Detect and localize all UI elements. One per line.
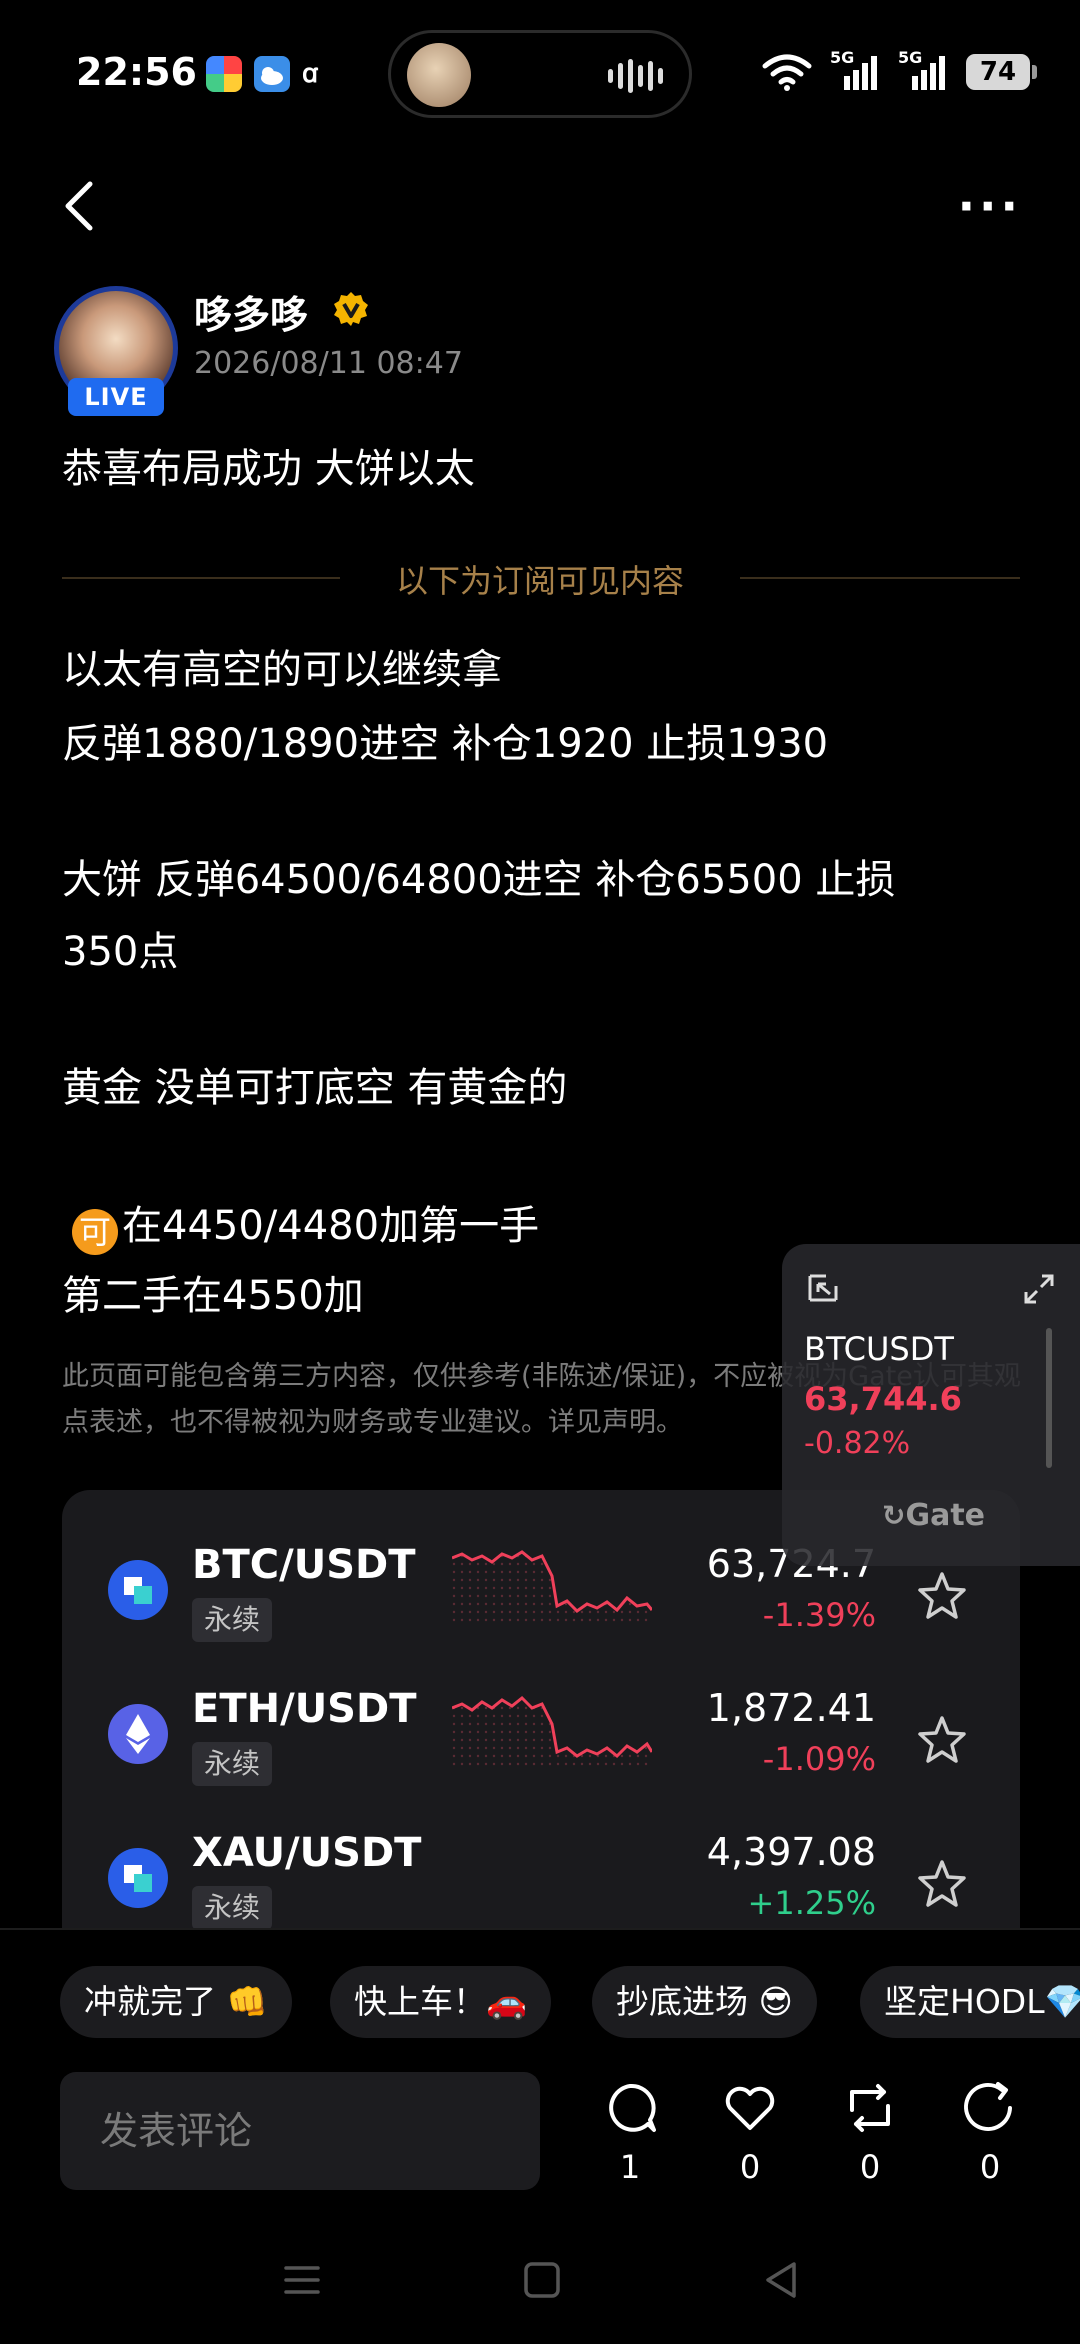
more-options-icon[interactable]: ··· <box>958 183 1022 229</box>
repost-count: 0 <box>859 2148 881 2186</box>
comment-action[interactable]: 1 <box>590 2080 670 2186</box>
widget-scrollbar[interactable] <box>1046 1328 1052 1468</box>
xau-coin-icon <box>108 1848 168 1908</box>
post-line: 大饼 反弹64500/64800进空 补仓65500 止损 <box>62 857 896 903</box>
price: 4,397.08 <box>706 1830 876 1874</box>
favorite-star-icon[interactable] <box>916 1858 968 1910</box>
weather-app-icon <box>254 56 290 92</box>
quick-reply-chip[interactable]: 冲就完了 👊 <box>60 1966 292 2038</box>
heart-icon <box>725 2086 775 2130</box>
comment-input[interactable]: 发表评论 <box>60 2072 540 2190</box>
price-change: +1.25% <box>747 1884 876 1922</box>
price-change: -1.39% <box>762 1596 876 1634</box>
quick-reply-chip[interactable]: 快上车！🚗 <box>330 1966 552 2038</box>
back-icon[interactable] <box>58 178 102 234</box>
expand-icon[interactable] <box>1022 1272 1056 1306</box>
live-badge: LIVE <box>68 378 164 416</box>
cellular-signal-1-icon: 5G <box>830 48 880 92</box>
post-line: 以太有高空的可以继续拿 <box>62 647 502 693</box>
subscriber-divider: 以下为订阅可见内容 <box>395 562 684 600</box>
verified-badge-icon <box>334 292 368 326</box>
market-row[interactable]: ETH/USDT 永续 1,872.41 -1.09% <box>62 1670 1020 1814</box>
ke-emoji-icon: 可 <box>72 1209 118 1255</box>
post-date: 2026/08/11 08:47 <box>194 346 463 381</box>
post-line: 在4450/4480加第一手 <box>122 1203 540 1249</box>
share-count: 0 <box>979 2148 1001 2186</box>
perpetual-tag: 永续 <box>192 1742 273 1786</box>
home-icon[interactable] <box>512 2250 572 2310</box>
btc-coin-icon <box>108 1560 168 1620</box>
repost-action[interactable]: 0 <box>830 2080 910 2186</box>
audio-wave-icon <box>608 59 663 93</box>
widget-symbol: BTCUSDT <box>804 1330 954 1368</box>
divider-right <box>740 577 1020 579</box>
quick-reply-chip[interactable]: 坚定HODL💎 <box>860 1966 1080 2038</box>
favorite-star-icon[interactable] <box>916 1714 968 1766</box>
sparkline-chart <box>452 1695 652 1770</box>
perpetual-tag: 永续 <box>192 1598 273 1642</box>
recent-apps-icon[interactable] <box>272 2250 332 2310</box>
status-bar: 22:56 ꭤ 5G 5G 74 <box>0 0 1080 150</box>
status-icons: 5G 5G 74 <box>762 48 1037 92</box>
comment-icon <box>609 2083 656 2132</box>
post-line: 350点 <box>62 929 179 975</box>
floating-price-widget[interactable]: BTCUSDT 63,744.6 -0.82% ↻Gate <box>782 1244 1080 1566</box>
author-name[interactable]: 哆多哆 <box>194 284 308 339</box>
sparkline-chart <box>452 1550 652 1626</box>
photos-app-icon <box>206 56 242 92</box>
wifi-icon <box>762 54 812 91</box>
clock: 22:56 <box>76 50 197 94</box>
minimize-icon[interactable] <box>806 1272 840 1306</box>
battery-icon: 74 <box>966 54 1037 90</box>
quick-reply-chip[interactable]: 抄底进场 😎 <box>592 1966 817 2038</box>
like-action[interactable]: 0 <box>710 2080 790 2186</box>
media-thumbnail <box>407 43 471 107</box>
favorite-star-icon[interactable] <box>916 1570 968 1622</box>
post-line-with-emoji: 可在4450/4480加第一手 <box>72 1202 539 1255</box>
widget-change: -0.82% <box>804 1426 911 1461</box>
post-title: 恭喜布局成功 大饼以太 <box>62 446 475 492</box>
market-row[interactable]: XAU/USDT 永续 4,397.08 +1.25% <box>62 1814 1020 1930</box>
price: 1,872.41 <box>706 1686 876 1730</box>
share-action[interactable]: 0 <box>950 2080 1030 2186</box>
post-line: 反弹1880/1890进空 补仓1920 止损1930 <box>62 721 829 767</box>
widget-price: 63,744.6 <box>804 1380 962 1418</box>
gate-logo: ↻Gate <box>882 1498 986 1533</box>
price-change: -1.09% <box>762 1740 876 1778</box>
post-line: 黄金 没单可打底空 有黄金的 <box>62 1065 568 1111</box>
repost-icon <box>850 2084 890 2132</box>
pair-name: ETH/USDT <box>192 1686 417 1732</box>
like-count: 0 <box>739 2148 761 2186</box>
app-notification-icon: ꭤ <box>302 59 318 89</box>
eth-coin-icon <box>108 1704 168 1764</box>
post-line: 第二手在4550加 <box>62 1273 364 1319</box>
pair-name: BTC/USDT <box>192 1542 416 1588</box>
comment-count: 1 <box>619 2148 641 2186</box>
author-avatar[interactable]: LIVE <box>54 286 178 416</box>
dynamic-island[interactable] <box>388 30 692 118</box>
perpetual-tag: 永续 <box>192 1886 273 1930</box>
system-back-icon[interactable] <box>752 2250 812 2310</box>
share-icon <box>964 2082 1012 2131</box>
gate-brand-text: Gate <box>905 1498 986 1533</box>
pair-name: XAU/USDT <box>192 1830 422 1876</box>
cellular-signal-2-icon: 5G <box>898 48 948 92</box>
